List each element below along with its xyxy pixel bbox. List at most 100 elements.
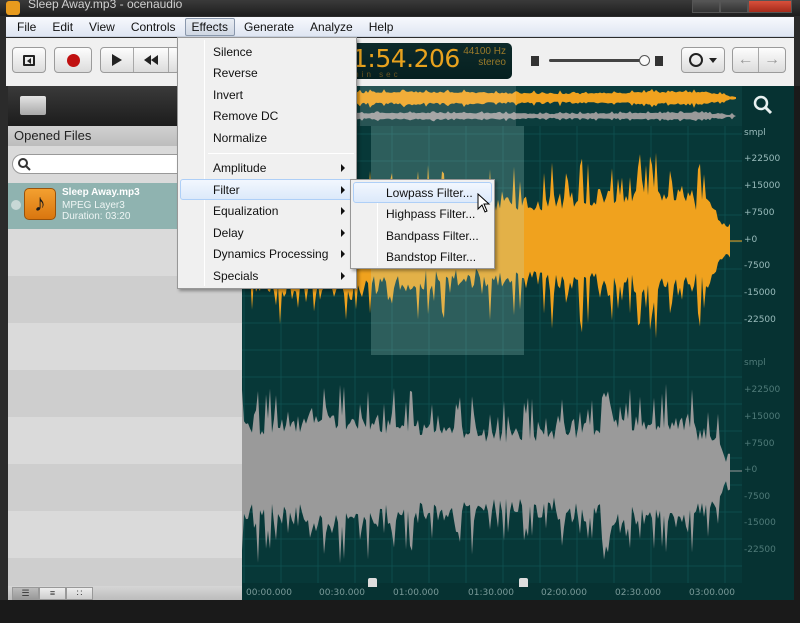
amp-tick: +7500: [744, 439, 775, 449]
amplitude-ruler: smpl +22500 +15000 +7500 +0 -7500 -15000…: [742, 86, 794, 600]
menu-item-filter[interactable]: Filter: [180, 179, 354, 200]
clock-icon: [689, 53, 703, 67]
menu-item-bandpass-filter[interactable]: Bandpass Filter...: [353, 225, 492, 246]
time-tick: 00:30.000: [319, 588, 365, 598]
amp-tick: -22500: [744, 545, 776, 555]
volume-high-icon: [655, 56, 663, 66]
menu-help[interactable]: Help: [362, 18, 401, 36]
menu-item-invert[interactable]: Invert: [180, 84, 354, 105]
time-tick: 01:30.000: [468, 588, 514, 598]
list-row-empty: [8, 511, 242, 558]
menu-item-amplitude[interactable]: Amplitude: [180, 157, 354, 178]
submenu-arrow-icon: [341, 186, 345, 194]
amp-tick: +7500: [744, 208, 775, 218]
time-tick: 00:00.000: [246, 588, 292, 598]
list-row-empty: [8, 558, 242, 586]
list-view-button[interactable]: ≡: [39, 587, 66, 600]
time-display: 1:54.206 min sec 44100 Hz stereo: [346, 43, 512, 79]
title-bar: Sleep Away.mp3 - ocenaudio: [0, 0, 800, 16]
amplitude-unit-top: smpl: [744, 128, 766, 138]
menu-item-silence[interactable]: Silence: [180, 41, 354, 62]
close-button[interactable]: [748, 0, 792, 13]
zoom-magnifier-icon[interactable]: [752, 94, 774, 116]
rewind-button[interactable]: [134, 48, 170, 72]
record-button[interactable]: [54, 47, 92, 73]
menu-item-delay[interactable]: Delay: [180, 222, 354, 243]
menu-view[interactable]: View: [82, 18, 122, 36]
filter-submenu: Lowpass Filter... Highpass Filter... Ban…: [350, 179, 495, 269]
opened-files-label: Opened Files: [14, 128, 92, 143]
submenu-arrow-icon: [341, 207, 345, 215]
amp-tick: +0: [744, 235, 758, 245]
volume-slider[interactable]: [549, 59, 647, 62]
menu-item-reverse[interactable]: Reverse: [180, 62, 354, 83]
menu-item-remove-dc[interactable]: Remove DC: [180, 105, 354, 126]
list-row-empty: [8, 370, 242, 417]
menu-item-dynamics-processing[interactable]: Dynamics Processing: [180, 243, 354, 264]
arrow-left-icon: ←: [737, 51, 754, 68]
grid-view-button[interactable]: ∷: [66, 587, 93, 600]
submenu-arrow-icon: [341, 164, 345, 172]
list-row-empty: [8, 417, 242, 464]
file-format: MPEG Layer3: [62, 200, 125, 211]
menu-item-equalization[interactable]: Equalization: [180, 200, 354, 221]
effects-menu: Silence Reverse Invert Remove DC Normali…: [177, 37, 357, 289]
menu-controls[interactable]: Controls: [124, 18, 183, 36]
play-icon: [112, 54, 123, 66]
amp-tick: -7500: [744, 261, 771, 271]
amplitude-unit-bottom: smpl: [744, 358, 766, 368]
right-channel-waveform: [242, 383, 730, 564]
overview-selection: [360, 86, 516, 126]
menu-item-lowpass-filter[interactable]: Lowpass Filter...: [353, 182, 492, 203]
amp-tick: +15000: [744, 412, 781, 422]
menu-separator: [208, 153, 354, 154]
undo-button[interactable]: ←: [733, 48, 760, 72]
play-button[interactable]: [101, 48, 135, 72]
toggle-sidebar-button[interactable]: [12, 47, 46, 73]
view-mode-bar: ☰ ≡ ∷: [8, 586, 242, 600]
menu-effects[interactable]: Effects: [184, 17, 235, 36]
list-row-empty: [8, 323, 242, 370]
menu-generate[interactable]: Generate: [237, 18, 301, 36]
menu-item-normalize[interactable]: Normalize: [180, 127, 354, 148]
arrow-right-icon: →: [764, 51, 780, 68]
list-icon: ≡: [49, 588, 56, 598]
menu-file[interactable]: File: [10, 18, 43, 36]
submenu-arrow-icon: [341, 272, 345, 280]
redo-button[interactable]: →: [759, 48, 785, 72]
selection-end-handle[interactable]: [519, 578, 528, 587]
record-icon: [66, 53, 80, 67]
app-icon: [6, 1, 20, 15]
time-tick: 02:00.000: [541, 588, 587, 598]
time-unit: min sec: [352, 70, 401, 79]
sidebar-icon: [23, 54, 35, 66]
detail-view-button[interactable]: ☰: [12, 587, 39, 600]
vertical-scrollbar[interactable]: [794, 86, 800, 600]
amp-tick: -15000: [744, 518, 776, 528]
time-tick: 01:00.000: [393, 588, 439, 598]
selection-start-handle[interactable]: [368, 578, 377, 587]
maximize-button[interactable]: [720, 0, 748, 13]
menu-item-specials[interactable]: Specials: [180, 265, 354, 286]
volume-control: [529, 53, 669, 69]
amp-tick: +22500: [744, 385, 781, 395]
history-dropdown-button[interactable]: [681, 47, 725, 73]
menu-item-highpass-filter[interactable]: Highpass Filter...: [353, 203, 492, 224]
music-note-icon: ♪: [24, 188, 56, 220]
minimize-button[interactable]: [692, 0, 720, 13]
time-tick: 03:00.000: [689, 588, 735, 598]
menu-item-bandstop-filter[interactable]: Bandstop Filter...: [353, 246, 492, 267]
volume-slider-knob[interactable]: [639, 55, 650, 66]
time-tick: 02:30.000: [615, 588, 661, 598]
menu-edit[interactable]: Edit: [45, 18, 80, 36]
toolbar: 1:54.206 min sec 44100 Hz stereo ← →: [6, 38, 794, 86]
grid-icon: ∷: [76, 588, 83, 598]
time-ruler: 00:00.000 00:30.000 01:00.000 01:30.000 …: [242, 583, 742, 600]
menu-analyze[interactable]: Analyze: [303, 18, 360, 36]
detail-list-icon: ☰: [21, 588, 30, 598]
window-title: Sleep Away.mp3 - ocenaudio: [28, 0, 183, 11]
sample-rate: 44100 Hz: [463, 46, 506, 57]
app-window: Sleep Away.mp3 - ocenaudio File Edit Vie…: [0, 0, 800, 600]
menu-bar: File Edit View Controls Effects Generate…: [6, 17, 794, 37]
folder-icon[interactable]: [20, 96, 46, 115]
